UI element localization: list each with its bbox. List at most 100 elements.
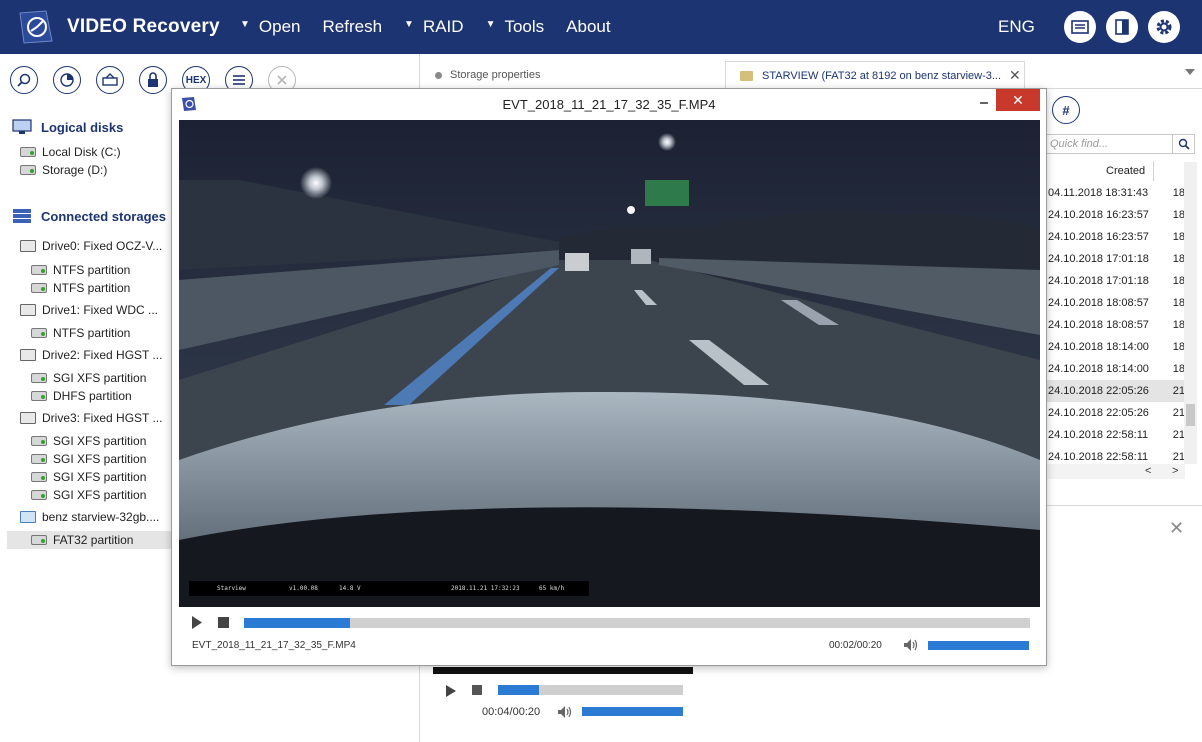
tree-item-benz-starview[interactable]: benz starview-32gb.... [20, 510, 159, 524]
tab-close-icon[interactable]: ✕ [1009, 67, 1021, 84]
table-row[interactable]: 24.10.2018 18:08:57 18 [1045, 314, 1185, 336]
panel-button[interactable] [1106, 11, 1138, 43]
table-row[interactable]: 24.10.2018 16:23:57 18 [1045, 204, 1185, 226]
column-separator[interactable] [1153, 161, 1154, 181]
osd-speed: 65 km/h [539, 585, 565, 592]
tree-item-partition[interactable]: SGI XFS partition [31, 452, 146, 466]
table-row[interactable]: 24.10.2018 16:23:57 18 [1045, 226, 1185, 248]
stop-icon[interactable] [218, 617, 229, 628]
tree-item-partition[interactable]: NTFS partition [31, 281, 130, 295]
quick-find-search-button[interactable] [1173, 134, 1195, 154]
partition-icon [31, 454, 47, 464]
video-window-titlebar[interactable]: EVT_2018_11_21_17_32_35_F.MP4 ✕ [172, 89, 1046, 119]
tree-item-storage[interactable]: Storage (D:) [20, 163, 107, 177]
image-button[interactable] [96, 66, 124, 94]
video-window-title: EVT_2018_11_21_17_32_35_F.MP4 [502, 97, 716, 112]
ribbon-button[interactable] [1064, 11, 1096, 43]
column-header-created[interactable]: Created [1106, 165, 1145, 177]
folder-icon [740, 70, 753, 81]
tree-item-partition[interactable]: NTFS partition [31, 326, 130, 340]
hash-button[interactable]: # [1052, 96, 1080, 124]
table-row[interactable]: 24.10.2018 18:08:57 18 [1045, 292, 1185, 314]
table-row[interactable]: 24.10.2018 22:05:26 21 [1045, 402, 1185, 424]
tree-item-fat32-partition[interactable]: FAT32 partition [7, 531, 171, 549]
play-icon[interactable] [191, 615, 203, 630]
tabs-dropdown-icon[interactable] [1185, 69, 1195, 75]
app-title: VIDEO Recovery [67, 16, 220, 37]
tree-item-drive1[interactable]: Drive1: Fixed WDC ... [20, 303, 158, 317]
tree-item-partition[interactable]: SGI XFS partition [31, 470, 146, 484]
created-cell: 24.10.2018 17:01:18 [1048, 253, 1149, 265]
menu-about-label: About [566, 17, 611, 36]
main-menu: ▼ Open Refresh ▼ RAID ▼ Tools About [240, 17, 633, 37]
logical-disks-title: Logical disks [41, 119, 124, 135]
drive-icon [20, 412, 36, 424]
scan-button[interactable] [53, 66, 81, 94]
partition-icon [31, 391, 47, 401]
title-bar: VIDEO Recovery ▼ Open Refresh ▼ RAID ▼ T… [0, 0, 1202, 54]
close-icon: ✕ [1012, 91, 1024, 108]
tree-item-partition[interactable]: SGI XFS partition [31, 371, 146, 385]
created-cell: 24.10.2018 16:23:57 [1048, 231, 1149, 243]
table-row[interactable]: 24.10.2018 22:58:11 21 [1045, 424, 1185, 446]
scroll-left-arrow[interactable]: < [1145, 465, 1151, 477]
close-icon [277, 75, 287, 85]
preview-close-icon[interactable]: ✕ [1169, 518, 1184, 539]
panel-icon [1115, 19, 1129, 35]
settings-button[interactable] [1148, 11, 1180, 43]
maximize-button[interactable] [969, 89, 995, 111]
tree-item-partition[interactable]: SGI XFS partition [31, 488, 146, 502]
ribbon-icon [1071, 20, 1089, 34]
video-filename: EVT_2018_11_21_17_32_35_F.MP4 [192, 640, 356, 651]
preview-volume-bar[interactable] [582, 707, 683, 716]
tree-item-partition[interactable]: SGI XFS partition [31, 434, 146, 448]
video-progress-bar[interactable] [244, 618, 1030, 628]
table-row[interactable]: 24.10.2018 22:05:26 21 [1045, 380, 1185, 402]
tree-item-drive2[interactable]: Drive2: Fixed HGST ... [20, 348, 162, 362]
divider [1045, 505, 1202, 506]
quick-find-input[interactable]: Quick find... [1045, 134, 1173, 154]
table-row[interactable]: 24.10.2018 17:01:18 18 [1045, 248, 1185, 270]
menu-arrow-icon: ▼ [404, 18, 414, 30]
menu-open[interactable]: ▼ Open [240, 17, 301, 37]
search-button[interactable] [10, 66, 38, 94]
video-player-window: EVT_2018_11_21_17_32_35_F.MP4 ✕ Starview… [171, 88, 1047, 666]
video-volume-bar[interactable] [928, 641, 1029, 650]
logical-disks-header: Logical disks [12, 119, 123, 135]
tree-item-label: Drive3: Fixed HGST ... [42, 411, 163, 425]
menu-about[interactable]: About [566, 17, 610, 37]
lock-button[interactable] [139, 66, 167, 94]
tab-starview[interactable]: STARVIEW (FAT32 at 8192 on benz starview… [725, 61, 1025, 89]
tab-storage-properties[interactable]: Storage properties [421, 61, 725, 89]
tree-item-drive3[interactable]: Drive3: Fixed HGST ... [20, 411, 162, 425]
tree-item-label: DHFS partition [53, 389, 132, 403]
tree-item-local-disk[interactable]: Local Disk (C:) [20, 145, 121, 159]
menu-tools[interactable]: ▼ Tools [486, 17, 545, 37]
created-cell: 24.10.2018 18:14:00 [1048, 341, 1149, 353]
language-selector[interactable]: ENG [998, 17, 1035, 37]
menu-refresh[interactable]: Refresh [323, 17, 383, 37]
table-row[interactable]: 24.10.2018 18:14:00 18 [1045, 336, 1185, 358]
tree-item-drive0[interactable]: Drive0: Fixed OCZ-V... [20, 239, 162, 253]
table-row[interactable]: 04.11.2018 18:31:43 18 [1045, 182, 1185, 204]
stop-icon[interactable] [472, 685, 482, 695]
table-row[interactable]: 24.10.2018 18:14:00 18 [1045, 358, 1185, 380]
horizontal-scrollbar[interactable]: < > [1045, 464, 1185, 479]
tree-item-partition[interactable]: NTFS partition [31, 263, 130, 277]
lock-icon [148, 72, 158, 87]
preview-time: 00:04/00:20 [482, 706, 541, 718]
created-cell: 04.11.2018 18:31:43 [1048, 187, 1149, 199]
table-row[interactable]: 24.10.2018 17:01:18 18 [1045, 270, 1185, 292]
volume-icon[interactable] [557, 705, 573, 719]
scrollbar-thumb[interactable] [1186, 404, 1195, 426]
play-icon[interactable] [445, 684, 457, 698]
tree-item-partition[interactable]: DHFS partition [31, 389, 132, 403]
scroll-right-arrow[interactable]: > [1172, 465, 1178, 477]
window-close-button[interactable]: ✕ [996, 89, 1040, 111]
menu-arrow-icon: ▼ [485, 18, 496, 30]
preview-progress-bar[interactable] [498, 685, 683, 695]
app-logo-icon [19, 10, 53, 44]
video-frame[interactable]: Starview v1.00.08 14.8 V 2018.11.21 17:3… [179, 120, 1040, 607]
volume-icon[interactable] [903, 638, 919, 652]
menu-raid[interactable]: ▼ RAID [404, 17, 464, 37]
